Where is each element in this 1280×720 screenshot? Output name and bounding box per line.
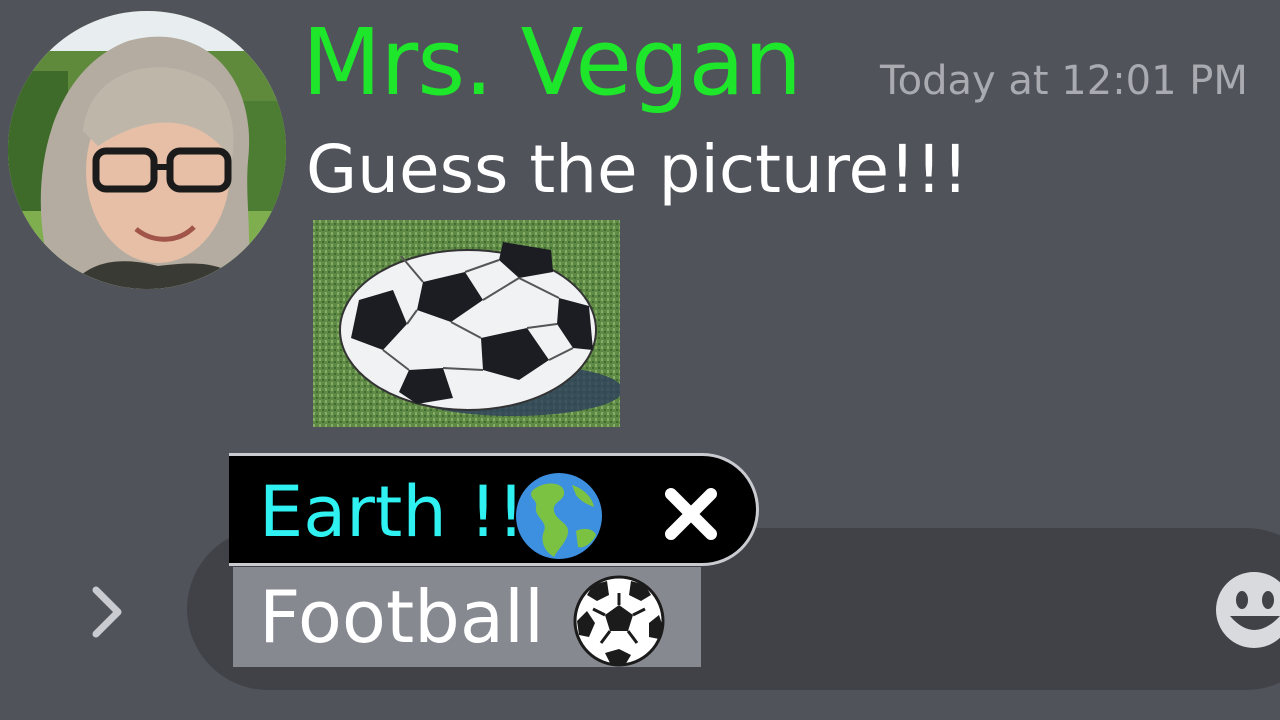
globe-americas-icon [514, 471, 604, 561]
correct-answer-label: Football [259, 575, 545, 659]
wrong-answer-label: Earth !! [259, 471, 526, 553]
avatar-photo [8, 11, 286, 289]
soccer-ball-emoji-icon [573, 575, 665, 667]
chevron-right-icon[interactable] [84, 582, 130, 642]
avatar[interactable] [8, 11, 286, 289]
wrong-answer-option[interactable]: Earth !! [229, 453, 759, 566]
soccer-ball-photo [313, 220, 620, 427]
correct-answer-option[interactable]: Football [233, 567, 701, 667]
image-attachment[interactable] [313, 220, 620, 427]
message-text: Guess the picture!!! [306, 131, 969, 208]
x-mark-icon [661, 484, 721, 544]
author-name[interactable]: Mrs. Vegan [302, 8, 802, 118]
chat-screen: Mrs. Vegan Today at 12:01 PM Guess the p… [0, 0, 1280, 720]
smiley-face-icon[interactable] [1214, 570, 1280, 650]
message-timestamp: Today at 12:01 PM [880, 58, 1248, 104]
